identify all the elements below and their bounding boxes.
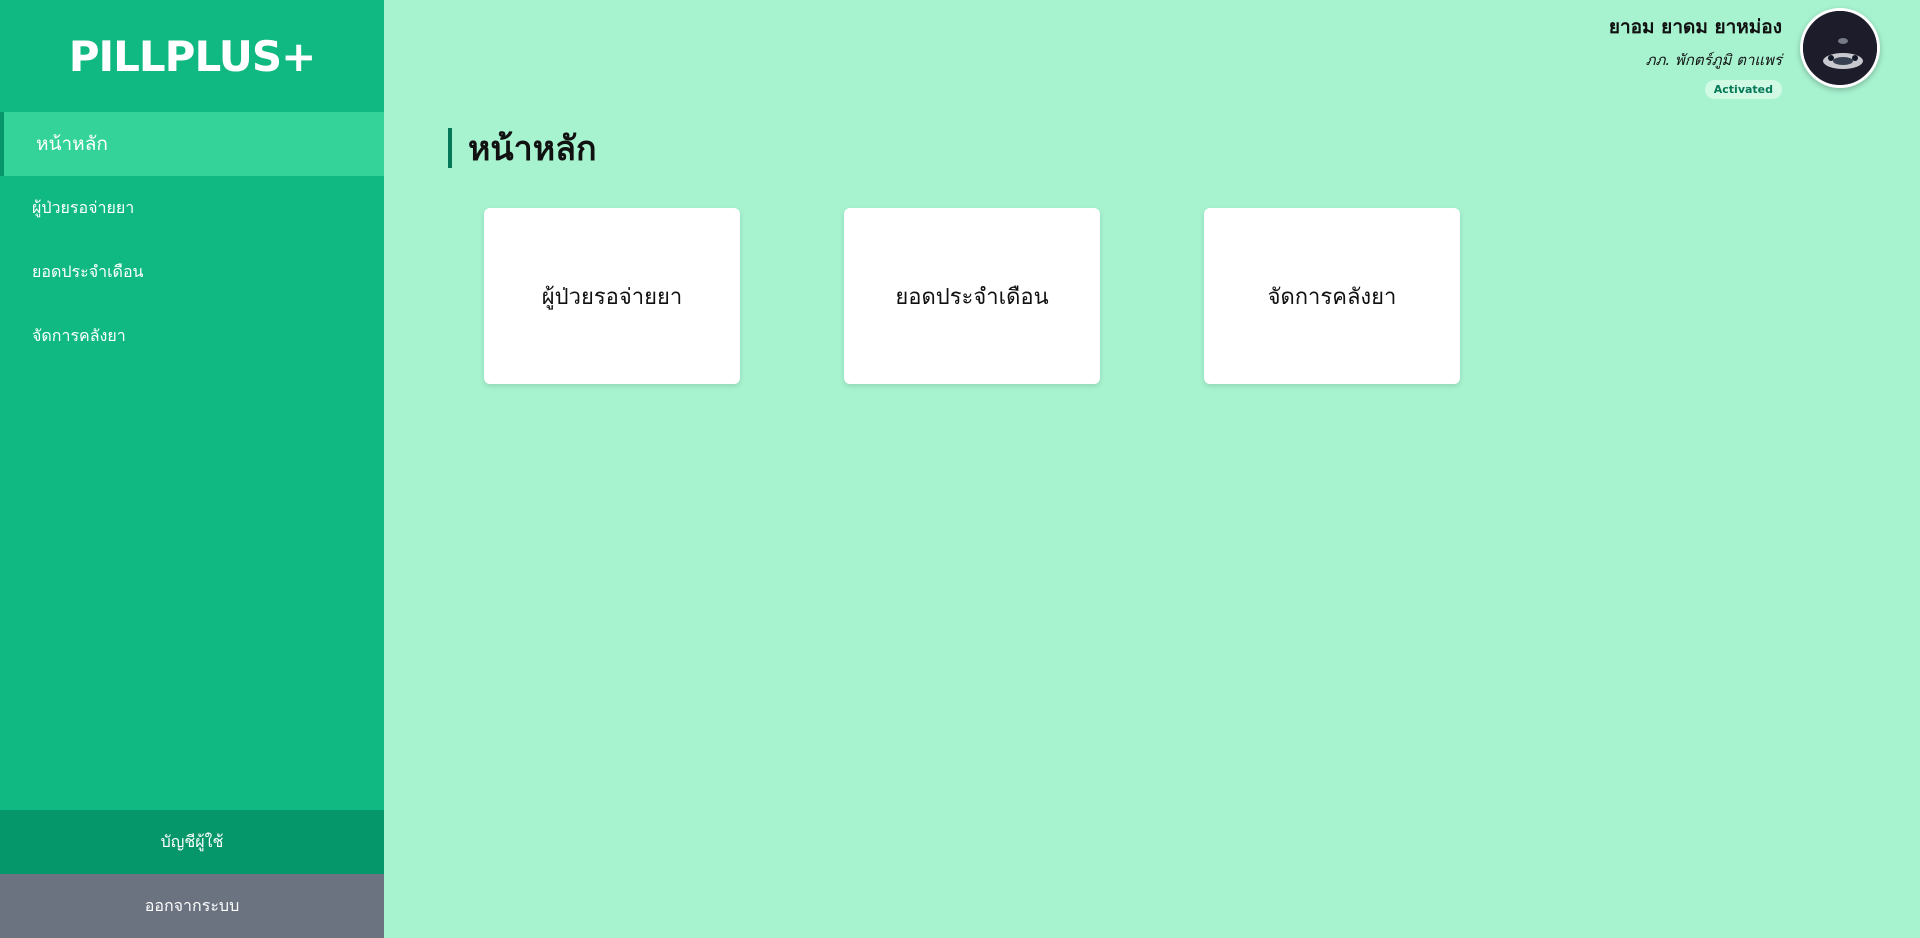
- sidebar-item-inventory[interactable]: จัดการคลังยา: [0, 304, 384, 368]
- status-badge: Activated: [1704, 80, 1782, 99]
- user-info: ยาอม ยาดม ยาหม่อง ภภ. พักตร์ภูมิ ตาแพร่ …: [1609, 8, 1782, 99]
- sidebar-item-monthly-total[interactable]: ยอดประจำเดือน: [0, 240, 384, 304]
- sidebar-nav: หน้าหลัก ผู้ป่วยรอจ่ายยา ยอดประจำเดือน จ…: [0, 112, 384, 368]
- logout-button[interactable]: ออกจากระบบ: [0, 874, 384, 938]
- sidebar-footer: บัญชีผู้ใช้ ออกจากระบบ: [0, 810, 384, 938]
- sidebar: PILLPLUS+ หน้าหลัก ผู้ป่วยรอจ่ายยา ยอดปร…: [0, 0, 384, 938]
- main-content: ยาอม ยาดม ยาหม่อง ภภ. พักตร์ภูมิ ตาแพร่ …: [384, 0, 1920, 938]
- avatar[interactable]: [1800, 8, 1880, 88]
- card-waiting-patients[interactable]: ผู้ป่วยรอจ่ายยา: [484, 208, 740, 384]
- app-root: PILLPLUS+ หน้าหลัก ผู้ป่วยรอจ่ายยา ยอดปร…: [0, 0, 1920, 938]
- card-monthly-total[interactable]: ยอดประจำเดือน: [844, 208, 1100, 384]
- user-panel: ยาอม ยาดม ยาหม่อง ภภ. พักตร์ภูมิ ตาแพร่ …: [1609, 8, 1880, 99]
- user-name: ยาอม ยาดม ยาหม่อง: [1608, 16, 1782, 38]
- avatar-image-icon: [1803, 11, 1877, 85]
- card-inventory[interactable]: จัดการคลังยา: [1204, 208, 1460, 384]
- shortcut-cards: ผู้ป่วยรอจ่ายยา ยอดประจำเดือน จัดการคลัง…: [484, 208, 1460, 384]
- user-title: ภภ. พักตร์ภูมิ ตาแพร่: [1645, 51, 1782, 69]
- account-button[interactable]: บัญชีผู้ใช้: [0, 810, 384, 874]
- sidebar-item-waiting-patients[interactable]: ผู้ป่วยรอจ่ายยา: [0, 176, 384, 240]
- brand-logo[interactable]: PILLPLUS+: [0, 0, 384, 112]
- page-title: หน้าหลัก: [448, 128, 597, 169]
- sidebar-item-home[interactable]: หน้าหลัก: [0, 112, 384, 176]
